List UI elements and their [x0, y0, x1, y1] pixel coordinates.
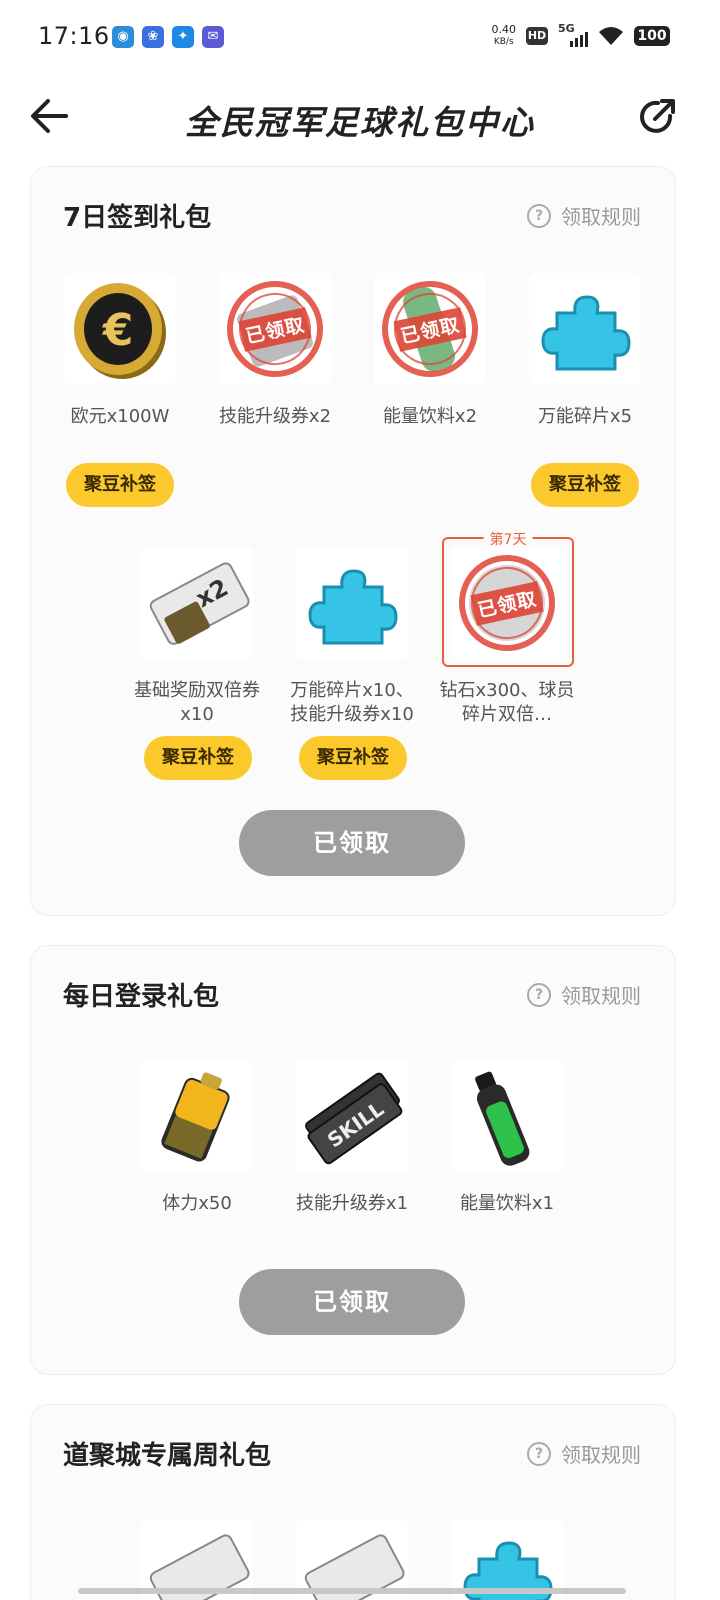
app-header: 全民冠军足球礼包中心 — [0, 76, 720, 160]
battery-icon — [141, 1060, 253, 1172]
question-icon: ? — [527, 982, 551, 1007]
double-ticket-icon: x2 — [141, 547, 253, 659]
hd-badge: HD — [526, 27, 548, 45]
resign-button[interactable]: 聚豆补签 — [299, 736, 407, 780]
item-label: 万能碎片x10、技能升级券x10 — [290, 680, 414, 725]
page-title: 全民冠军足球礼包中心 — [185, 103, 535, 142]
energy-drink-icon — [451, 1060, 563, 1172]
daily-pack-card: 每日登录礼包 ? 领取规则 体力x50 SKILL 技能升级券x1 能量饮料x1… — [30, 945, 676, 1375]
skill-ticket-icon: 已领取 — [219, 273, 331, 385]
puzzle-piece-icon — [529, 273, 641, 385]
item-label: 基础奖励双倍券x10 — [134, 680, 260, 725]
day7-tag: 第7天 — [483, 529, 533, 549]
resign-button[interactable]: 聚豆补签 — [531, 463, 639, 507]
reward-item: 万能碎片x5 — [515, 273, 655, 429]
puzzle-piece-icon — [296, 547, 408, 659]
status-bar: 17:16 ◉ ❀ ✦ ✉ 0.40 KB/s HD 5G 100 — [0, 0, 720, 76]
diamond-icon: 已领取 — [451, 547, 563, 659]
item-label: 能量饮料x2 — [382, 406, 478, 427]
rules-label: 领取规则 — [561, 205, 641, 229]
svg-text:€: € — [102, 305, 134, 356]
reward-item: 已领取 能量饮料x2 — [360, 273, 500, 429]
share-button[interactable] — [634, 94, 680, 140]
item-label: 钻石x300、球员碎片双倍… — [439, 680, 575, 725]
reward-item: SKILL 技能升级券x1 — [282, 1060, 422, 1216]
skill-ticket-icon: SKILL — [296, 1060, 408, 1172]
cellular-signal-icon: 5G — [558, 22, 588, 47]
resign-button[interactable]: 聚豆补签 — [66, 463, 174, 507]
rules-link[interactable]: ? 领取规则 — [527, 980, 641, 1009]
item-label: 欧元x100W — [70, 406, 170, 427]
reward-item: 万能碎片x10、技能升级券x10 — [282, 547, 422, 727]
card-title: 7日签到礼包 — [63, 203, 212, 233]
rules-label: 领取规则 — [561, 1443, 641, 1467]
item-label: 技能升级券x1 — [295, 1193, 409, 1214]
app-notification-icon: ◉ — [112, 26, 134, 48]
reward-item: € 欧元x100W — [50, 273, 190, 429]
net-speed-value: 0.40 — [491, 23, 517, 36]
notification-icons: ◉ ❀ ✦ ✉ — [112, 26, 224, 48]
system-indicators: 0.40 KB/s HD 5G 100 — [492, 22, 670, 48]
reward-item: 体力x50 — [127, 1060, 267, 1216]
item-label: 能量饮料x1 — [459, 1193, 555, 1214]
euro-coin-icon: € — [64, 273, 176, 385]
card-title: 道聚城专属周礼包 — [63, 1441, 272, 1471]
rules-label: 领取规则 — [561, 984, 641, 1008]
tieba-icon: ✉ — [202, 26, 224, 48]
card-title: 每日登录礼包 — [63, 982, 220, 1012]
share-arrow-icon — [640, 99, 675, 133]
status-time: 17:16 — [38, 22, 110, 50]
wifi-icon — [599, 27, 623, 45]
rules-link[interactable]: ? 领取规则 — [527, 201, 641, 230]
energy-drink-icon: 已领取 — [374, 273, 486, 385]
app-notification-icon: ✦ — [172, 26, 194, 48]
reward-item: 已领取 钻石x300、球员碎片双倍… — [437, 547, 577, 727]
reward-item: x2 基础奖励双倍券x10 — [127, 547, 267, 727]
weekly-pack-card: 道聚城专属周礼包 ? 领取规则 — [30, 1404, 676, 1600]
checkin-pack-card: 7日签到礼包 ? 领取规则 € 欧元x100W 已领取 技能升级券x2 已领取 … — [30, 166, 676, 916]
question-icon: ? — [527, 1441, 551, 1466]
resign-button[interactable]: 聚豆补签 — [144, 736, 252, 780]
reward-item: 已领取 技能升级券x2 — [205, 273, 345, 429]
battery-indicator: 100 — [634, 26, 670, 46]
item-label: 万能碎片x5 — [537, 406, 633, 427]
network-speed: 0.40 KB/s — [492, 24, 517, 48]
item-label: 体力x50 — [162, 1193, 232, 1214]
home-indicator[interactable] — [78, 1588, 626, 1594]
baidu-paw-icon: ❀ — [142, 26, 164, 48]
item-label: 技能升级券x2 — [218, 406, 332, 427]
question-icon: ? — [527, 203, 551, 228]
reward-item: 能量饮料x1 — [437, 1060, 577, 1216]
net-speed-unit: KB/s — [493, 37, 514, 47]
claim-button[interactable]: 已领取 — [239, 810, 465, 876]
rules-link[interactable]: ? 领取规则 — [527, 1439, 641, 1468]
claim-button[interactable]: 已领取 — [239, 1269, 465, 1335]
